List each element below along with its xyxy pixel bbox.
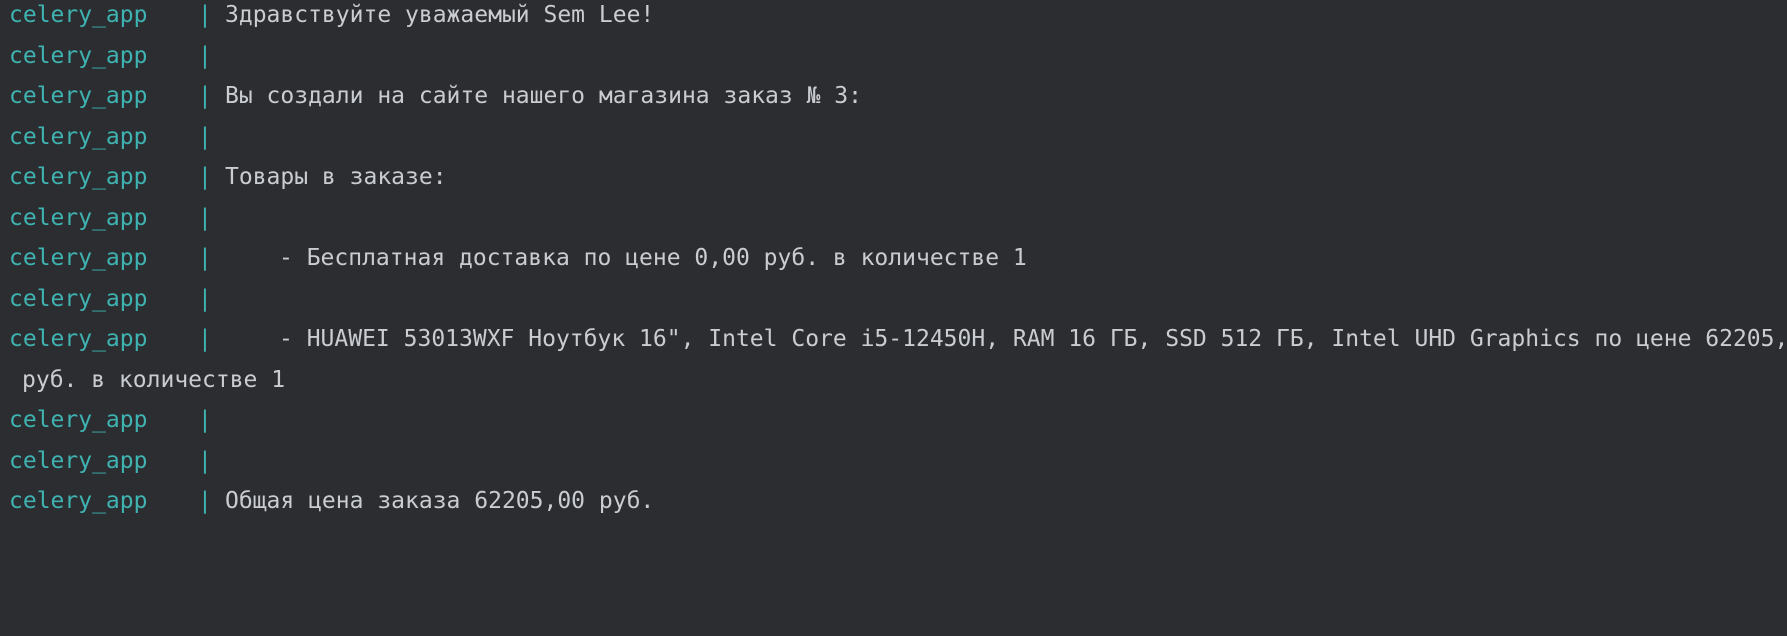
log-line: celery_app |	[0, 284, 1787, 325]
separator: |	[198, 447, 212, 474]
container-prefix: celery_app	[9, 83, 148, 109]
log-message: - Бесплатная доставка по цене 0,00 руб. …	[279, 245, 1027, 271]
log-line-wrapped: руб. в количестве 1	[0, 365, 1787, 406]
container-prefix: celery_app	[9, 123, 148, 150]
log-line: celery_app | Общая цена заказа 62205,00 …	[0, 486, 1787, 527]
container-prefix: celery_app	[9, 407, 148, 433]
log-message: Общая цена заказа 62205,00 руб.	[225, 488, 655, 514]
container-prefix: celery_app	[9, 488, 148, 514]
log-message: Вы создали на сайте нашего магазина зака…	[225, 83, 862, 109]
separator: |	[198, 83, 212, 109]
separator: |	[198, 245, 212, 271]
log-line: celery_app |	[0, 405, 1787, 446]
log-line: celery_app |	[0, 41, 1787, 82]
log-line: celery_app |	[0, 122, 1787, 163]
log-message: - HUAWEI 53013WXF Ноутбук 16", Intel Cor…	[279, 326, 1787, 352]
separator: |	[198, 407, 212, 433]
separator: |	[198, 123, 212, 150]
container-prefix: celery_app	[9, 2, 148, 28]
log-line: celery_app | Вы создали на сайте нашего …	[0, 81, 1787, 122]
separator: |	[198, 164, 212, 190]
log-line: celery_app |	[0, 203, 1787, 244]
separator: |	[198, 488, 212, 514]
log-line: celery_app | - HUAWEI 53013WXF Ноутбук 1…	[0, 324, 1787, 365]
container-prefix: celery_app	[9, 204, 148, 231]
container-prefix: celery_app	[9, 42, 148, 69]
log-line: celery_app | - Бесплатная доставка по це…	[0, 243, 1787, 284]
container-prefix: celery_app	[9, 245, 148, 271]
log-line: celery_app | Здравствуйте уважаемый Sem …	[0, 0, 1787, 41]
separator: |	[198, 42, 212, 69]
log-line: celery_app | Товары в заказе:	[0, 162, 1787, 203]
container-prefix: celery_app	[9, 164, 148, 190]
separator: |	[198, 326, 212, 352]
log-message-continuation: руб. в количестве 1	[22, 366, 286, 393]
separator: |	[198, 2, 212, 28]
log-line: celery_app |	[0, 446, 1787, 487]
container-prefix: celery_app	[9, 326, 148, 352]
log-message: Здравствуйте уважаемый Sem Lee!	[225, 2, 655, 28]
container-prefix: celery_app	[9, 285, 148, 312]
log-message: Товары в заказе:	[225, 164, 447, 190]
separator: |	[198, 204, 212, 231]
terminal-output[interactable]: celery_app | Здравствуйте уважаемый Sem …	[0, 0, 1787, 532]
container-prefix: celery_app	[9, 447, 148, 474]
separator: |	[198, 285, 212, 312]
